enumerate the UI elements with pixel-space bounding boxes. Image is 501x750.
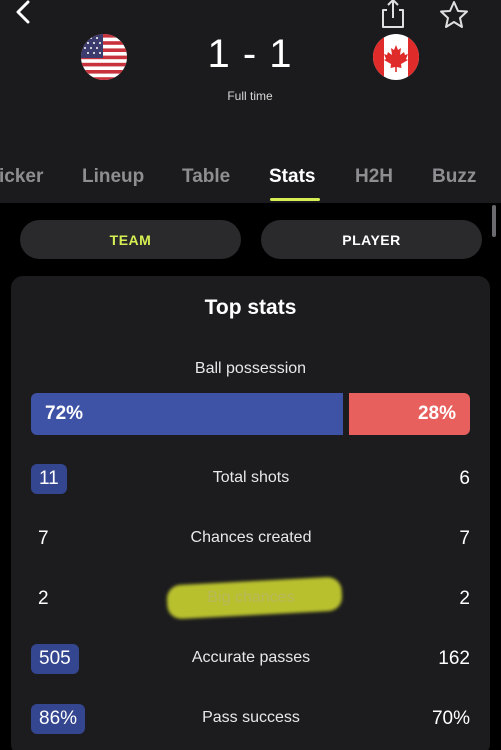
stat-label: Chances created — [190, 529, 312, 546]
stat-away-value: 70% — [431, 708, 470, 729]
stat-label: Accurate passes — [191, 649, 311, 666]
stat-home-value: 2 — [38, 588, 49, 609]
match-score: 1 - 1 — [207, 32, 293, 76]
match-header: 1 - 1 Full time icker Lineup Table Stats… — [0, 0, 501, 203]
stat-row-pass-success: 86% Pass success 70% — [11, 702, 490, 736]
possession-home-value: 72% — [45, 403, 84, 424]
stat-home-value: 11 — [31, 464, 67, 494]
possession-away-segment: 28% — [349, 393, 470, 435]
stat-row-accurate-passes: 505 Accurate passes 162 — [11, 642, 490, 676]
stat-away-value: 6 — [459, 468, 470, 489]
card-title: Top stats — [204, 296, 297, 319]
team-toggle-button[interactable]: TEAM — [20, 220, 241, 259]
active-tab-indicator — [270, 198, 320, 201]
tab-stats[interactable]: Stats — [269, 166, 315, 188]
tab-ticker[interactable]: icker — [0, 166, 43, 188]
possession-away-value: 28% — [417, 403, 456, 424]
tab-lineup[interactable]: Lineup — [82, 166, 144, 188]
tab-buzz[interactable]: Buzz — [432, 166, 476, 188]
stat-label: Big chances — [207, 589, 295, 606]
stat-home-value: 505 — [31, 644, 79, 674]
possession-label: Ball possession — [194, 360, 307, 377]
star-icon[interactable] — [438, 0, 470, 30]
usa-flag-icon — [81, 34, 127, 80]
player-toggle-button[interactable]: PLAYER — [261, 220, 482, 259]
share-icon[interactable] — [378, 0, 408, 30]
stat-row-total-shots: 11 Total shots 6 — [11, 462, 490, 496]
possession-home-segment: 72% — [31, 393, 343, 435]
stat-away-value: 162 — [438, 648, 470, 669]
tab-bar: icker Lineup Table Stats H2H Buzz — [0, 160, 501, 203]
top-stats-card: Top stats Ball possession 72% 28% 11 Tot… — [11, 276, 490, 750]
stat-row-chances-created: 7 Chances created 7 — [11, 522, 490, 556]
tab-table[interactable]: Table — [182, 166, 230, 188]
tab-h2h[interactable]: H2H — [355, 166, 393, 188]
chevron-left-icon[interactable] — [8, 0, 38, 28]
stat-away-value: 7 — [459, 528, 470, 549]
stat-away-value: 2 — [459, 588, 470, 609]
stat-home-value: 86% — [31, 704, 86, 734]
match-status: Full time — [227, 89, 273, 103]
stat-label: Pass success — [202, 709, 300, 726]
possession-bar: 72% 28% — [31, 393, 470, 435]
canada-flag-icon — [373, 34, 419, 80]
scrollbar[interactable] — [492, 205, 496, 237]
stat-home-value: 7 — [38, 528, 49, 549]
stat-label: Total shots — [212, 469, 290, 486]
stat-row-big-chances: 2 Big chances 2 — [11, 582, 490, 616]
